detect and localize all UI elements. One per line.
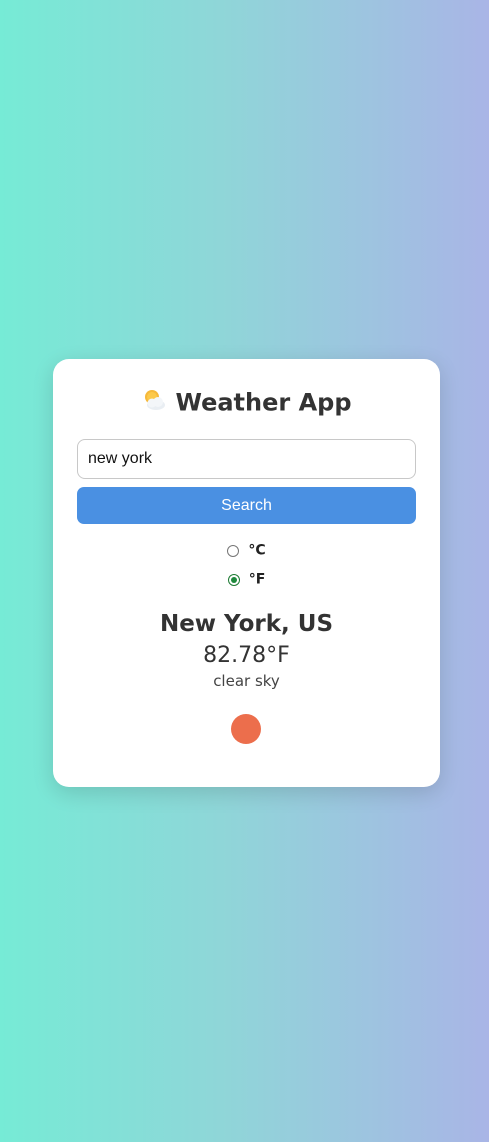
city-name: New York, US <box>159 611 334 637</box>
weather-description: clear sky <box>213 672 280 690</box>
weather-card: Weather App Search °C °F New York, US 82… <box>53 359 440 787</box>
fahrenheit-radio[interactable] <box>227 573 240 586</box>
celsius-radio[interactable] <box>227 544 240 557</box>
header: Weather App <box>53 386 440 418</box>
unit-option-fahrenheit[interactable]: °F <box>53 569 440 589</box>
search-button[interactable]: Search <box>77 487 416 524</box>
sun-behind-cloud-icon <box>141 387 167 413</box>
temperature: 82.78°F <box>203 643 290 668</box>
unit-option-celsius[interactable]: °C <box>53 540 440 560</box>
fahrenheit-label: °F <box>248 571 266 588</box>
clear-sky-sun-icon <box>231 714 261 744</box>
search-input[interactable] <box>77 439 416 479</box>
page-title: Weather App <box>175 388 352 417</box>
celsius-label: °C <box>248 542 266 559</box>
